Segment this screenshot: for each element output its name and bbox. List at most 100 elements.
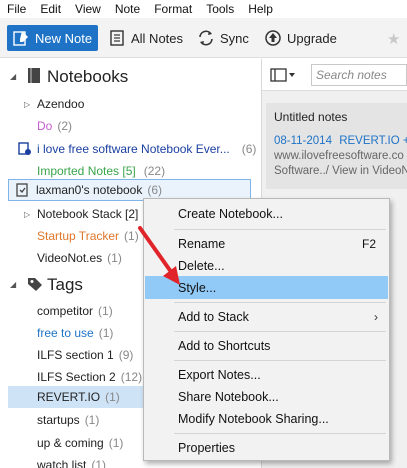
tag-label: up & coming xyxy=(37,436,104,450)
notebook-count: (1) xyxy=(124,229,139,243)
tag-count: (1) xyxy=(108,436,124,450)
menu-tools[interactable]: Tools xyxy=(199,0,241,18)
collapse-triangle-icon[interactable]: ◢ xyxy=(10,280,16,289)
notebook-item-ilovefreesoftware[interactable]: i love free software Notebook Ever... (6… xyxy=(18,139,256,159)
note-date: 08-11-2014 xyxy=(274,135,332,147)
menu-item-shortcut: F2 xyxy=(361,236,376,251)
tag-count: (12) xyxy=(120,370,143,384)
notebook-item-videonotes[interactable]: VideoNot.es (1) xyxy=(37,248,122,268)
notebook-item-imported-notes[interactable]: Imported Notes [5] (22) xyxy=(37,161,165,181)
notebook-label: Startup Tracker xyxy=(37,229,120,243)
expand-triangle-icon[interactable]: ▷ xyxy=(24,100,30,109)
menu-item-label: Properties xyxy=(178,440,235,455)
tag-item[interactable]: up & coming (1) xyxy=(37,433,123,453)
menu-item-properties[interactable]: Properties xyxy=(145,436,388,459)
collapse-triangle-icon[interactable]: ◢ xyxy=(10,72,16,81)
all-notes-button[interactable]: All Notes xyxy=(108,25,183,51)
submenu-arrow-icon: › xyxy=(374,309,378,324)
tag-item-selected[interactable]: REVERT.IO (1) xyxy=(37,387,120,407)
note-list-toolbar: Search notes xyxy=(262,59,407,91)
view-options-icon[interactable] xyxy=(270,67,296,83)
search-notes-field[interactable]: Search notes xyxy=(311,64,407,86)
notes-icon xyxy=(108,29,126,47)
notebook-label: Notebook Stack [2] xyxy=(37,207,139,221)
tag-count: (1) xyxy=(98,304,113,318)
tag-label: startups xyxy=(37,413,80,427)
tag-item[interactable]: startups (1) xyxy=(37,410,99,430)
tag-item[interactable]: ILFS Section 2 (12) xyxy=(37,367,142,387)
note-tag-text: REVERT.IO + xyxy=(339,135,407,147)
tag-label: REVERT.IO xyxy=(37,390,101,404)
menu-item-export-notes[interactable]: Export Notes... xyxy=(145,363,388,386)
menu-format[interactable]: Format xyxy=(147,0,199,18)
note-snippet-line: Software../ View in VideoN xyxy=(274,165,407,177)
menu-item-rename[interactable]: Rename F2 xyxy=(145,232,388,255)
menu-bar: File Edit View Note Format Tools Help xyxy=(0,0,407,18)
menu-item-label: Add to Stack xyxy=(178,309,249,324)
menu-separator xyxy=(174,360,386,361)
tag-item[interactable]: competitor (1) xyxy=(37,301,113,321)
star-icon[interactable]: ★ xyxy=(387,30,400,48)
notebook-label: Imported Notes [5] xyxy=(37,164,136,178)
menu-item-style[interactable]: Style... xyxy=(145,276,388,299)
menu-view[interactable]: View xyxy=(68,0,108,18)
menu-separator xyxy=(174,302,386,303)
tag-count: (1) xyxy=(84,413,100,427)
tag-item[interactable]: watch list (1) xyxy=(37,455,106,468)
notebook-icon xyxy=(27,67,43,87)
note-snippet-line: 08-11-2014 REVERT.IO + xyxy=(274,134,407,149)
notebook-label: laxman0's notebook xyxy=(36,183,143,197)
notebook-item-startup-tracker[interactable]: Startup Tracker (1) xyxy=(37,226,139,246)
menu-item-add-to-shortcuts[interactable]: Add to Shortcuts xyxy=(145,334,388,357)
tag-label: ILFS section 1 xyxy=(37,348,114,362)
notebook-count: (6) xyxy=(147,183,163,197)
menu-item-label: Add to Shortcuts xyxy=(178,338,271,353)
upgrade-button[interactable]: Upgrade xyxy=(264,25,337,51)
menu-item-label: Share Notebook... xyxy=(178,389,279,404)
menu-edit[interactable]: Edit xyxy=(33,0,68,18)
notebook-count: (6) xyxy=(241,142,257,156)
sync-button[interactable]: Sync xyxy=(197,25,249,51)
main-toolbar: New Note All Notes Sync Upgrade ★ xyxy=(0,18,407,58)
notebook-count: (1) xyxy=(107,251,122,265)
menu-item-label: Export Notes... xyxy=(178,367,261,382)
menu-file[interactable]: File xyxy=(0,0,33,18)
evernote-window: File Edit View Note Format Tools Help Ne… xyxy=(0,0,407,468)
notebook-item-laxman0[interactable]: laxman0's notebook (6) xyxy=(16,180,162,200)
menu-separator xyxy=(174,331,386,332)
tags-header-label: Tags xyxy=(47,275,83,294)
tag-count: (1) xyxy=(98,326,114,340)
tag-count: (1) xyxy=(105,390,120,404)
menu-item-add-to-stack[interactable]: Add to Stack › xyxy=(145,305,388,328)
tag-item[interactable]: ILFS section 1 (9) xyxy=(37,345,133,365)
notebook-count: (22) xyxy=(143,164,166,178)
sync-label: Sync xyxy=(220,30,249,46)
menu-note[interactable]: Note xyxy=(108,0,147,18)
note-card[interactable]: Untitled notes 08-11-2014 REVERT.IO + ww… xyxy=(266,103,407,189)
menu-item-label: Create Notebook... xyxy=(178,206,283,221)
notebook-label: VideoNot.es xyxy=(37,251,103,265)
tag-count: (9) xyxy=(118,348,134,362)
menu-item-label: Delete... xyxy=(178,258,225,273)
menu-item-label: Style... xyxy=(178,280,217,295)
notebook-item-do[interactable]: Do (2) xyxy=(37,116,72,136)
menu-item-create-notebook[interactable]: Create Notebook... xyxy=(145,202,388,225)
notebooks-header-label: Notebooks xyxy=(47,67,129,86)
menu-separator xyxy=(174,229,386,230)
menu-item-delete[interactable]: Delete... xyxy=(145,254,388,277)
note-snippet-line: www.ilovefreesoftware.co xyxy=(274,150,404,162)
tag-item[interactable]: free to use (1) xyxy=(37,323,113,343)
new-note-button[interactable]: New Note xyxy=(7,25,98,51)
menu-item-label: Modify Notebook Sharing... xyxy=(178,411,329,426)
menu-item-share-notebook[interactable]: Share Notebook... xyxy=(145,385,388,408)
menu-item-modify-sharing[interactable]: Modify Notebook Sharing... xyxy=(145,407,388,430)
menu-item-label: Rename xyxy=(178,236,226,251)
notebook-sync-icon xyxy=(16,183,30,197)
notebook-label: i love free software Notebook Ever... xyxy=(37,142,230,156)
search-placeholder: Search notes xyxy=(316,68,387,82)
menu-separator xyxy=(174,433,386,434)
sync-icon xyxy=(197,29,215,47)
menu-help[interactable]: Help xyxy=(241,0,280,18)
notebook-label: Azendoo xyxy=(37,97,85,111)
expand-triangle-icon[interactable]: ▷ xyxy=(24,210,30,219)
